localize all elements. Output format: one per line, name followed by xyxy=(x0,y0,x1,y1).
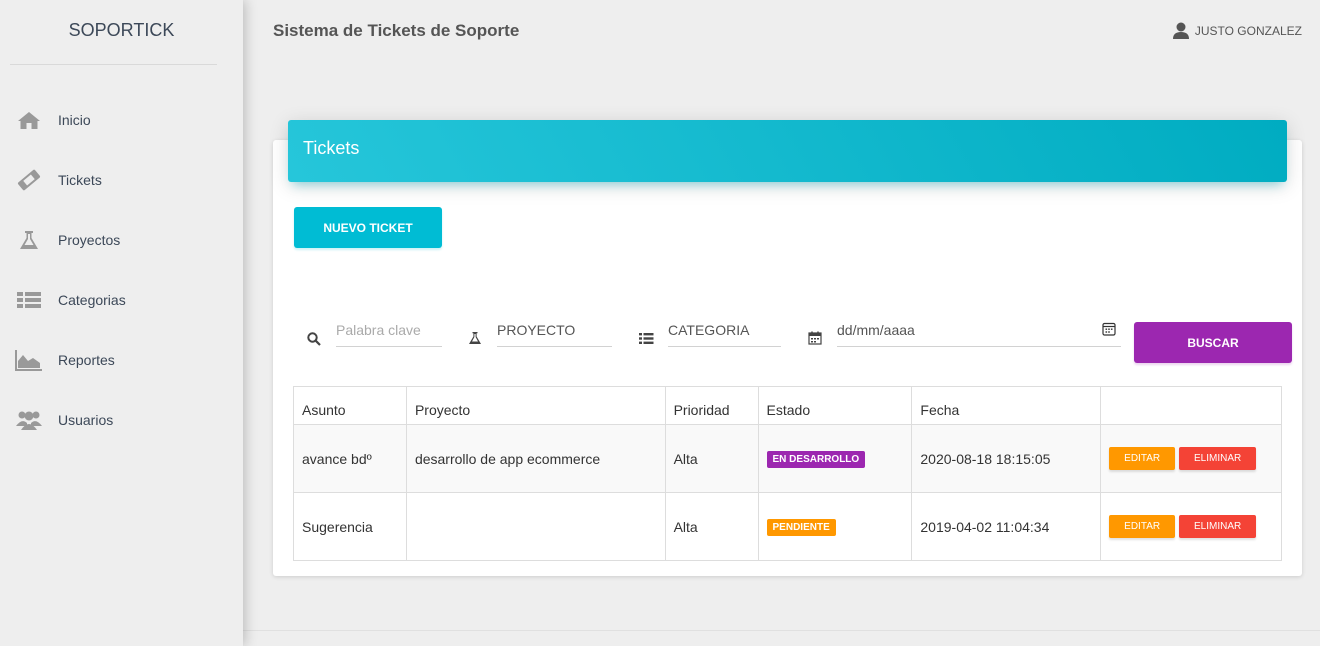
table-row[interactable]: Sugerencia Alta PENDIENTE 2019-04-02 11:… xyxy=(293,492,1282,561)
edit-button[interactable]: EDITAR xyxy=(1109,447,1176,470)
delete-button[interactable]: ELIMINAR xyxy=(1179,515,1257,538)
list-icon xyxy=(15,288,43,312)
flask-icon xyxy=(15,228,43,252)
new-ticket-button[interactable]: NUEVO TICKET xyxy=(294,207,442,248)
area-chart-icon xyxy=(15,348,43,372)
column-header-fecha[interactable]: Fecha xyxy=(911,386,1102,425)
footer-divider xyxy=(243,630,1320,631)
sidebar-item-label: Tickets xyxy=(58,172,102,188)
column-header-proyecto[interactable]: Proyecto xyxy=(405,386,666,425)
cell-actions: EDITAR ELIMINAR xyxy=(1100,492,1282,561)
sidebar-item-usuarios[interactable]: Usuarios xyxy=(0,390,243,450)
column-header-estado[interactable]: Estado xyxy=(757,386,913,425)
date-input-value: dd/mm/aaaa xyxy=(837,322,915,338)
sidebar-item-inicio[interactable]: Inicio xyxy=(0,90,243,150)
sidebar-item-label: Usuarios xyxy=(58,412,114,428)
cell-estado: PENDIENTE xyxy=(757,492,913,561)
column-header-actions xyxy=(1100,386,1282,425)
cell-proyecto: desarrollo de app ecommerce xyxy=(405,424,666,493)
cell-fecha: 2019-04-02 11:04:34 xyxy=(911,492,1102,561)
user-menu[interactable]: JUSTO GONZALEZ xyxy=(1172,22,1302,39)
ticket-icon xyxy=(15,168,43,192)
sidebar-item-label: Reportes xyxy=(58,352,115,368)
card-header: Tickets xyxy=(288,120,1287,182)
category-select-value: CATEGORIA xyxy=(668,322,750,338)
sidebar-nav: Inicio Tickets Proyectos Categorias Repo… xyxy=(0,90,243,450)
sidebar-item-label: Inicio xyxy=(58,112,91,128)
table-row[interactable]: avance bdº desarrollo de app ecommerce A… xyxy=(293,424,1282,493)
delete-button[interactable]: ELIMINAR xyxy=(1179,447,1257,470)
category-select[interactable]: CATEGORIA xyxy=(668,318,781,347)
user-name: JUSTO GONZALEZ xyxy=(1194,23,1302,38)
status-badge: EN DESARROLLO xyxy=(766,451,866,468)
project-select-value: PROYECTO xyxy=(497,322,576,338)
calendar-icon xyxy=(807,330,823,346)
column-header-prioridad[interactable]: Prioridad xyxy=(664,386,759,425)
search-icon xyxy=(306,331,322,347)
date-picker-icon[interactable] xyxy=(1102,322,1116,336)
list-icon xyxy=(638,330,654,346)
home-icon xyxy=(15,108,43,132)
table-header-row: Asunto Proyecto Prioridad Estado Fecha xyxy=(293,386,1282,425)
date-input[interactable]: dd/mm/aaaa xyxy=(837,318,1121,347)
cell-fecha: 2020-08-18 18:15:05 xyxy=(911,424,1102,493)
cell-estado: EN DESARROLLO xyxy=(757,424,913,493)
users-icon xyxy=(15,408,43,432)
page-title: Sistema de Tickets de Soporte xyxy=(273,21,520,40)
column-header-asunto[interactable]: Asunto xyxy=(293,386,407,425)
cell-prioridad: Alta xyxy=(664,424,759,493)
status-badge: PENDIENTE xyxy=(766,519,836,536)
keyword-input[interactable]: Palabra clave xyxy=(336,318,442,347)
cell-prioridad: Alta xyxy=(664,492,759,561)
search-button[interactable]: BUSCAR xyxy=(1134,322,1292,363)
user-icon xyxy=(1172,22,1189,39)
sidebar-item-label: Proyectos xyxy=(58,232,121,248)
edit-button[interactable]: EDITAR xyxy=(1109,515,1176,538)
brand-logo[interactable]: SOPORTICK xyxy=(10,0,217,65)
cell-asunto: avance bdº xyxy=(293,424,407,493)
keyword-placeholder: Palabra clave xyxy=(336,322,421,338)
sidebar: SOPORTICK Inicio Tickets Proyectos Categ… xyxy=(0,0,243,646)
tickets-table: Asunto Proyecto Prioridad Estado Fecha a… xyxy=(293,386,1282,561)
project-select[interactable]: PROYECTO xyxy=(497,318,612,347)
sidebar-item-reportes[interactable]: Reportes xyxy=(0,330,243,390)
cell-actions: EDITAR ELIMINAR xyxy=(1100,424,1282,493)
sidebar-item-categorias[interactable]: Categorias xyxy=(0,270,243,330)
sidebar-item-label: Categorias xyxy=(58,292,126,308)
card-title: Tickets xyxy=(303,138,360,158)
cell-asunto: Sugerencia xyxy=(293,492,407,561)
flask-icon xyxy=(467,330,483,346)
sidebar-item-proyectos[interactable]: Proyectos xyxy=(0,210,243,270)
sidebar-item-tickets[interactable]: Tickets xyxy=(0,150,243,210)
cell-proyecto xyxy=(405,492,666,561)
